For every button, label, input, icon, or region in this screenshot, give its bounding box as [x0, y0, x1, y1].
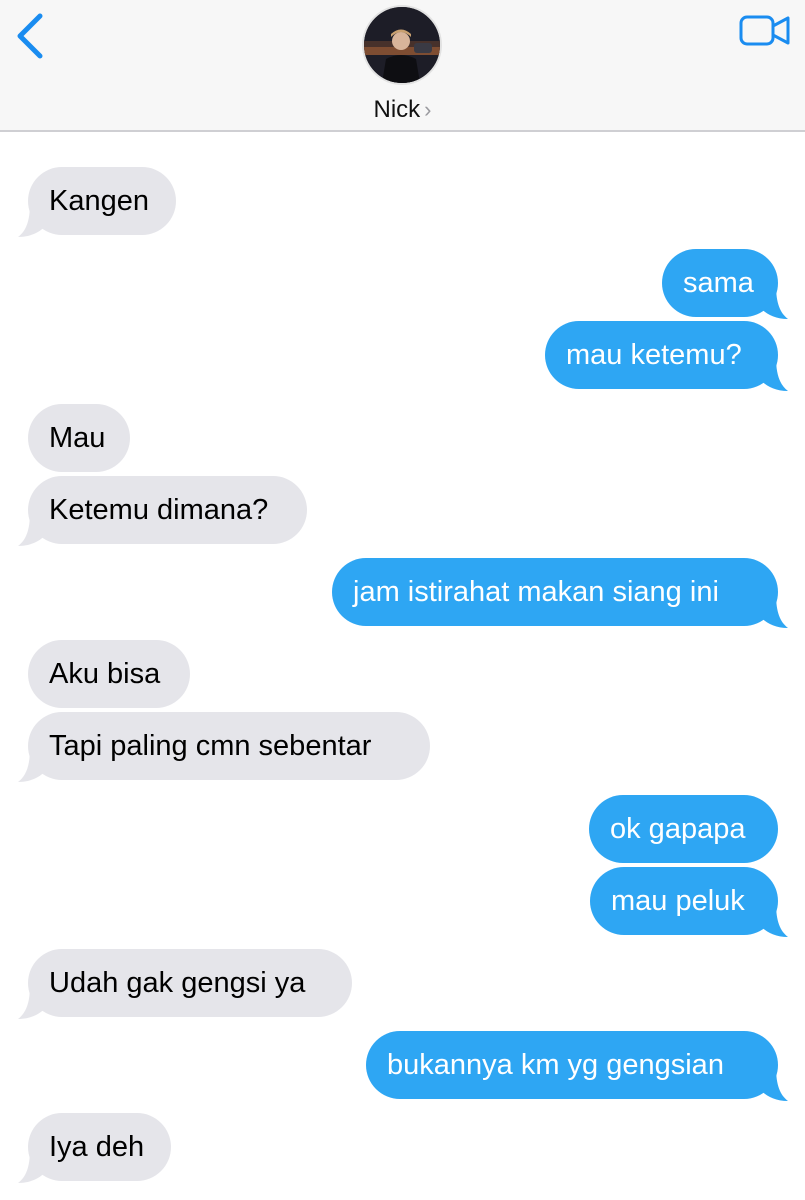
message-bubble[interactable]: mau ketemu? — [545, 321, 778, 389]
message-thread: Kangen sama mau ketemu? Mau Ketemu diman… — [0, 0, 805, 1200]
message-outgoing: mau ketemu? — [545, 321, 788, 391]
message-bubble[interactable]: sama — [662, 249, 778, 317]
message-bubble[interactable]: Ketemu dimana? — [28, 476, 307, 544]
message-incoming: Iya deh — [18, 1113, 171, 1183]
message-outgoing: sama — [662, 249, 788, 319]
message-incoming: Aku bisa — [28, 640, 190, 708]
message-incoming: Udah gak gengsi ya — [18, 949, 352, 1019]
message-bubble[interactable]: bukannya km yg gengsian — [366, 1031, 778, 1099]
message-bubble[interactable]: jam istirahat makan siang ini — [332, 558, 778, 626]
message-incoming: Mau — [28, 404, 130, 472]
message-bubble[interactable]: Tapi paling cmn sebentar — [28, 712, 430, 780]
message-outgoing: jam istirahat makan siang ini — [332, 558, 788, 628]
message-outgoing: mau peluk — [590, 867, 788, 937]
message-incoming: Tapi paling cmn sebentar — [18, 712, 430, 782]
message-incoming: Ketemu dimana? — [18, 476, 307, 546]
message-bubble[interactable]: Iya deh — [28, 1113, 171, 1181]
message-incoming: Kangen — [18, 167, 176, 237]
message-bubble[interactable]: mau peluk — [590, 867, 778, 935]
message-bubble[interactable]: ok gapapa — [589, 795, 778, 863]
message-bubble[interactable]: Kangen — [28, 167, 176, 235]
message-outgoing: ok gapapa — [589, 795, 778, 863]
message-bubble[interactable]: Aku bisa — [28, 640, 190, 708]
message-bubble[interactable]: Udah gak gengsi ya — [28, 949, 352, 1017]
message-bubble[interactable]: Mau — [28, 404, 130, 472]
message-outgoing: bukannya km yg gengsian — [366, 1031, 788, 1101]
